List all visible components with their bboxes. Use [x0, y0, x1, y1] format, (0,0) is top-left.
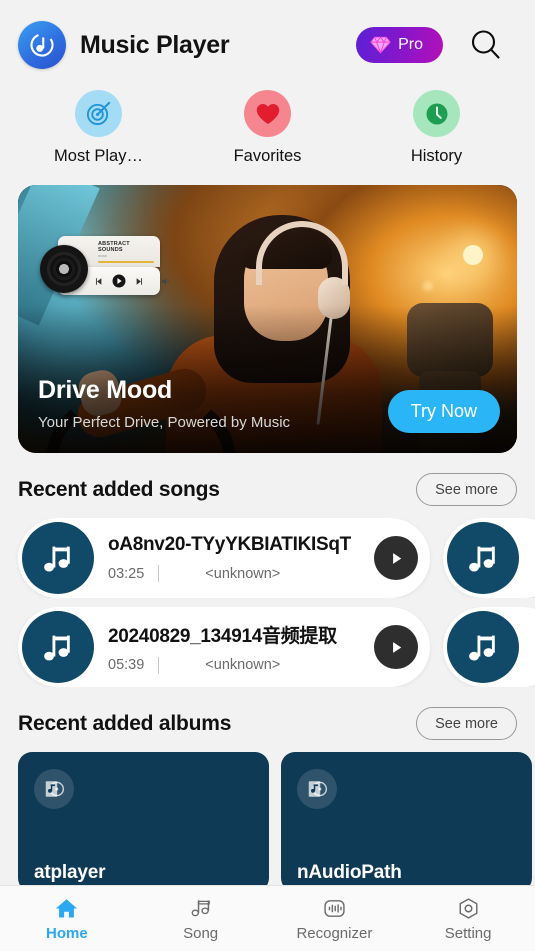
- nav-label: Recognizer: [296, 924, 373, 942]
- song-list-item-next-peek[interactable]: [443, 518, 535, 598]
- albums-section-title: Recent added albums: [18, 711, 232, 735]
- pro-button[interactable]: Pro: [356, 27, 443, 63]
- vinyl-record-icon: [40, 245, 88, 293]
- next-icon: [135, 277, 144, 286]
- play-icon: [388, 639, 405, 656]
- songs-section-title: Recent added songs: [18, 477, 220, 501]
- divider: [158, 565, 160, 582]
- quick-actions-row: Most Play… Favorites History: [0, 90, 535, 174]
- banner-text-block: Drive Mood Your Perfect Drive, Powered b…: [38, 376, 290, 431]
- album-title: atplayer: [34, 862, 106, 883]
- music-note-icon: [447, 522, 519, 594]
- divider: [158, 656, 160, 674]
- banner-subtitle: Your Perfect Drive, Powered by Music: [38, 414, 291, 431]
- nav-item-setting[interactable]: Setting: [401, 886, 535, 951]
- clock-icon: [413, 90, 460, 137]
- songs-see-more-button[interactable]: See more: [416, 473, 517, 506]
- promo-banner[interactable]: ABSTRACT SOUNDS music Drive Mood Your Pe: [18, 185, 517, 453]
- songs-carousel-row-2[interactable]: 20240829_134914音频提取 05:39 <unknown>: [0, 607, 535, 687]
- album-disc-icon: [34, 769, 74, 809]
- quick-action-label: History: [410, 147, 463, 165]
- pro-button-label: Pro: [398, 36, 423, 53]
- nav-item-recognizer[interactable]: Recognizer: [268, 886, 402, 951]
- song-subline: 03:25 <unknown>: [108, 565, 374, 582]
- nav-item-song[interactable]: Song: [134, 886, 268, 951]
- mini-player-subtitle: music: [98, 254, 108, 258]
- play-button[interactable]: [374, 536, 418, 580]
- album-disc-icon: [297, 769, 337, 809]
- app-logo-icon: [18, 21, 66, 69]
- song-artist: <unknown>: [205, 657, 281, 673]
- albums-carousel[interactable]: atplayer nAudioPath: [0, 752, 535, 892]
- quick-action-label: Most Play…: [54, 147, 143, 165]
- nav-label: Setting: [444, 924, 492, 942]
- album-card[interactable]: nAudioPath: [281, 752, 532, 892]
- music-note-icon: [22, 611, 94, 683]
- diamond-gem-icon: [370, 35, 391, 55]
- search-button[interactable]: [467, 26, 505, 64]
- songs-carousel[interactable]: oA8nv20-TYyYKBIATIKISqT 03:25 <unknown>: [0, 518, 535, 598]
- song-duration: 03:25: [108, 565, 145, 582]
- search-icon: [469, 28, 503, 62]
- song-artist: <unknown>: [205, 565, 281, 582]
- nav-label: Home: [46, 924, 88, 942]
- try-now-button[interactable]: Try Now: [387, 390, 500, 433]
- quick-action-history[interactable]: History: [352, 90, 521, 166]
- gear-hexagon-icon: [456, 896, 481, 921]
- waveform-icon: [322, 896, 347, 921]
- song-title: oA8nv20-TYyYKBIATIKISqT: [108, 534, 351, 555]
- song-list-item[interactable]: 20240829_134914音频提取 05:39 <unknown>: [18, 607, 430, 687]
- quick-action-label: Favorites: [233, 147, 302, 165]
- quick-action-favorites[interactable]: Favorites: [183, 90, 352, 166]
- nav-item-home[interactable]: Home: [0, 886, 134, 951]
- song-list-item-next-peek[interactable]: [443, 607, 535, 687]
- music-note-icon: [22, 522, 94, 594]
- app-header: Music Player Pro: [0, 0, 535, 90]
- song-title: 20240829_134914音频提取: [108, 625, 337, 647]
- target-bullseye-icon: [75, 90, 122, 137]
- page-title: Music Player: [80, 30, 230, 59]
- home-icon: [54, 896, 79, 921]
- song-subline: 05:39 <unknown>: [108, 656, 374, 674]
- album-title: nAudioPath: [297, 862, 402, 883]
- song-list-item[interactable]: oA8nv20-TYyYKBIATIKISqT 03:25 <unknown>: [18, 518, 430, 598]
- albums-see-more-button[interactable]: See more: [416, 707, 517, 740]
- quick-action-most-played[interactable]: Most Play…: [14, 90, 183, 166]
- song-meta: 20240829_134914音频提取 05:39 <unknown>: [94, 621, 374, 674]
- bottom-navigation: Home Song Recognizer Setting: [0, 885, 535, 951]
- song-meta: oA8nv20-TYyYKBIATIKISqT 03:25 <unknown>: [94, 534, 374, 582]
- play-button[interactable]: [374, 625, 418, 669]
- song-duration: 05:39: [108, 657, 145, 673]
- prev-icon: [94, 277, 103, 286]
- nav-label: Song: [183, 924, 219, 942]
- heart-icon: [244, 90, 291, 137]
- play-icon: [388, 550, 405, 567]
- music-note-icon: [447, 611, 519, 683]
- albums-section-header: Recent added albums See more: [0, 687, 535, 752]
- mini-player-progress: [98, 261, 154, 263]
- album-card[interactable]: atplayer: [18, 752, 269, 892]
- mini-player-title: ABSTRACT SOUNDS: [98, 241, 130, 253]
- mini-player-widget: ABSTRACT SOUNDS music: [40, 236, 169, 295]
- music-note-icon: [188, 896, 213, 921]
- volume-icon: [161, 277, 171, 286]
- play-icon: [112, 274, 126, 288]
- songs-section-header: Recent added songs See more: [0, 453, 535, 518]
- banner-title: Drive Mood: [38, 376, 173, 404]
